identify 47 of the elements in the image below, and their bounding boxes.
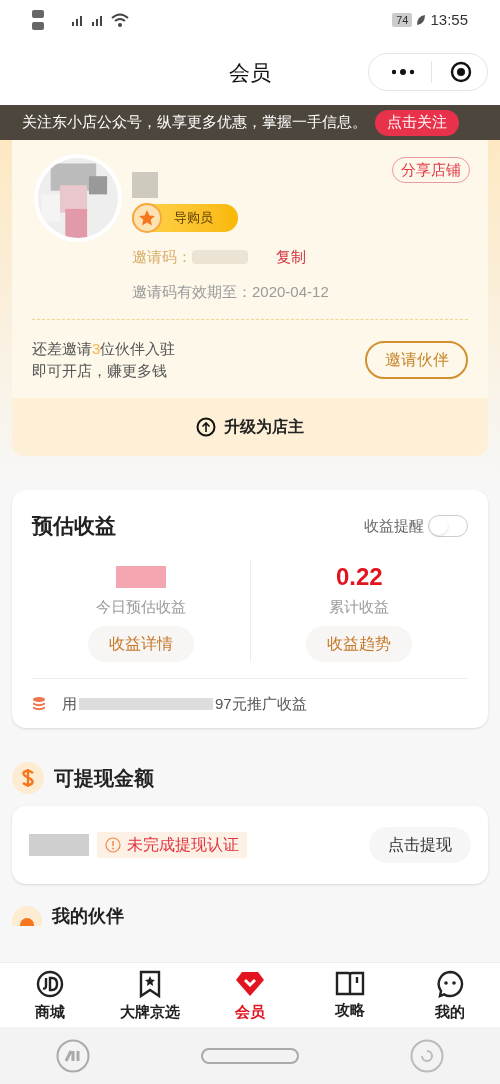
nav-tab[interactable]: 商城 (0, 963, 100, 1027)
section-title: 我的伙伴 (52, 905, 124, 926)
leaf-icon (416, 14, 427, 26)
stat-button[interactable]: 收益详情 (87, 626, 194, 662)
bookmark-star-icon[interactable] (138, 970, 162, 998)
reminder-toggle[interactable] (428, 514, 468, 537)
nav-tab[interactable]: 会员 (200, 963, 300, 1027)
expiry-date: 邀请码有效期至：2020-04-12 (132, 281, 329, 302)
redacted-amount (29, 833, 89, 856)
section-title: 预估收益 (32, 513, 116, 539)
jd-logo-icon[interactable] (36, 970, 64, 998)
invite-partner-button[interactable]: 邀请伙伴 (365, 341, 468, 379)
stat-value: 0.22 (335, 561, 383, 592)
page-title: 会员 (229, 59, 271, 86)
chat-bubble-icon[interactable] (436, 970, 464, 998)
stat-button[interactable]: 收益趋势 (306, 626, 413, 662)
coin-stack-icon (32, 696, 46, 713)
book-icon[interactable] (335, 970, 365, 996)
warning-icon (105, 836, 121, 853)
partner-icon (12, 905, 42, 926)
dollar-icon (12, 761, 44, 794)
role-label: 导购员 (174, 209, 213, 228)
reminder-label: 收益提醒 (364, 515, 424, 536)
close-icon[interactable] (450, 61, 472, 83)
promo-text: 97元推广收益 (215, 694, 307, 714)
withdraw-button[interactable]: 点击提现 (369, 826, 471, 863)
invite-note: 还差邀请3位伙伴入驻 (32, 339, 176, 359)
follow-button[interactable]: 点击关注 (375, 109, 459, 136)
redacted-name (132, 172, 158, 198)
invite-code-label: 邀请码： (132, 247, 192, 267)
section-title: 可提现金额 (54, 765, 154, 791)
nav-tab[interactable]: 大牌京选 (100, 963, 200, 1027)
more-icon[interactable] (391, 68, 415, 76)
invite-note: 即可开店，赚更多钱 (32, 361, 168, 381)
redacted-value (115, 565, 166, 588)
copy-button[interactable]: 复制 (276, 246, 306, 269)
banner-text: 关注东小店公众号，纵享更多优惠，掌握一手信息。 (22, 112, 367, 133)
diamond-heart-icon[interactable] (235, 970, 265, 998)
nav-tab[interactable]: 攻略 (300, 963, 400, 1027)
nav-tab[interactable]: 我的 (400, 963, 500, 1027)
battery-level: 74 (392, 13, 413, 27)
promo-text: 用 (62, 694, 77, 714)
stat-label: 累计收益 (329, 596, 390, 617)
clock: 13:55 (430, 9, 468, 30)
warning-tag: 未完成提现认证 (97, 831, 247, 858)
upgrade-button[interactable]: 升级为店主 (12, 398, 488, 456)
stat-label: 今日预估收益 (95, 596, 186, 617)
